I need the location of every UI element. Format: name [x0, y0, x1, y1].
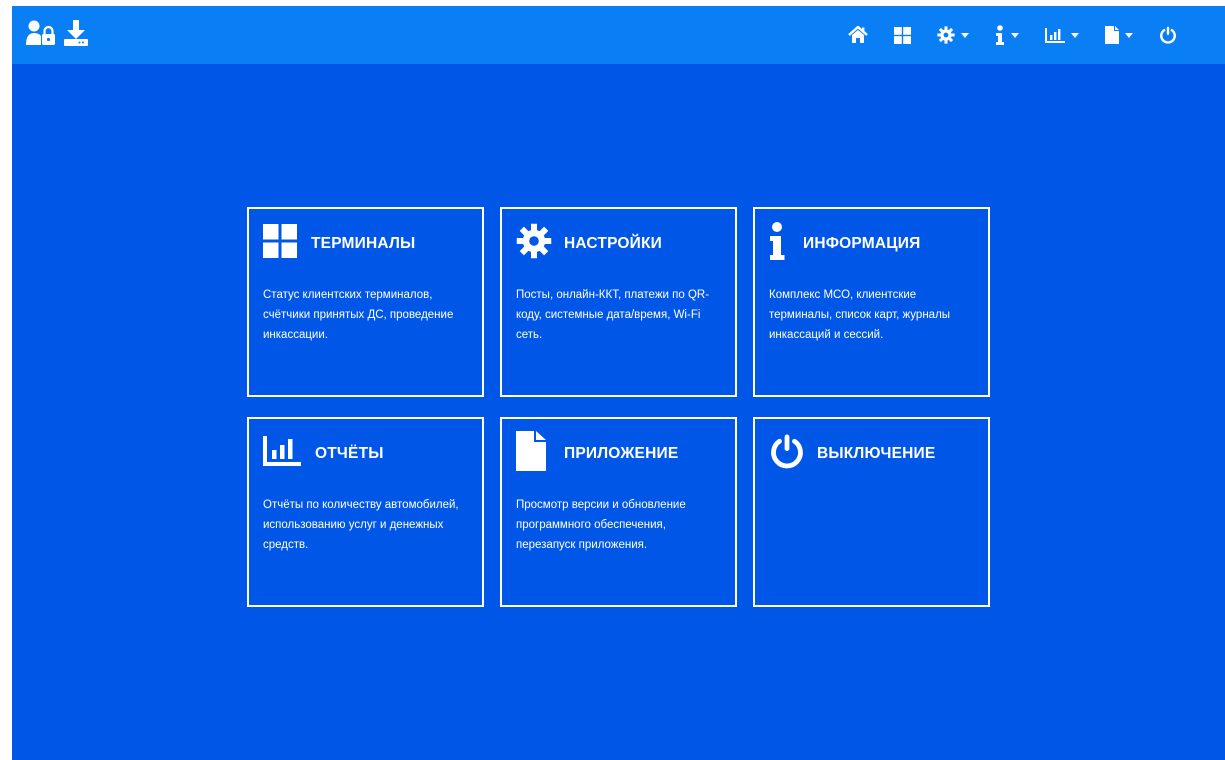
chevron-down-icon [961, 32, 969, 38]
topbar-nav-group [822, 22, 1177, 48]
info-icon [769, 221, 807, 261]
tile-description: Посты, онлайн-ККТ, платежи по QR-коду, с… [516, 289, 710, 341]
tile-terminals[interactable]: ТЕРМИНАЛЫ Статус клиентских терминалов, … [247, 207, 484, 397]
file-icon [1105, 26, 1119, 44]
tile-header: НАСТРОЙКИ [516, 221, 721, 261]
app-window: ТЕРМИНАЛЫ Статус клиентских терминалов, … [12, 6, 1225, 760]
grid-icon [263, 221, 301, 261]
tile-description: Просмотр версии и обновление программног… [516, 499, 686, 551]
chart-icon [263, 431, 301, 471]
info-icon [995, 25, 1005, 45]
tile-title: ОТЧЁТЫ [315, 445, 384, 462]
nav-terminals-button[interactable] [894, 22, 911, 48]
tile-description: Комплекс МСО, клиентские терминалы, спис… [769, 289, 951, 341]
nav-settings-dropdown[interactable] [937, 22, 969, 48]
tile-information[interactable]: ИНФОРМАЦИЯ Комплекс МСО, клиентские терм… [753, 207, 990, 397]
tile-header: ТЕРМИНАЛЫ [263, 221, 468, 261]
top-navbar [12, 6, 1225, 64]
dashboard-tiles: ТЕРМИНАЛЫ Статус клиентских терминалов, … [247, 207, 990, 607]
chevron-down-icon [1011, 32, 1019, 38]
power-icon [1159, 26, 1177, 44]
tile-header: ОТЧЁТЫ [263, 431, 468, 471]
grid-icon [894, 26, 911, 44]
tile-header: ИНФОРМАЦИЯ [769, 221, 974, 261]
chevron-down-icon [1071, 32, 1079, 38]
download-icon[interactable] [64, 20, 88, 51]
tile-title: ВЫКЛЮЧЕНИЕ [817, 445, 936, 462]
tile-title: ПРИЛОЖЕНИЕ [564, 445, 679, 462]
home-icon [848, 26, 868, 44]
tile-shutdown[interactable]: ВЫКЛЮЧЕНИЕ [753, 417, 990, 607]
tile-title: ТЕРМИНАЛЫ [311, 235, 416, 252]
tile-application[interactable]: ПРИЛОЖЕНИЕ Просмотр версии и обновление … [500, 417, 737, 607]
tile-settings[interactable]: НАСТРОЙКИ Посты, онлайн-ККТ, платежи по … [500, 207, 737, 397]
tile-reports[interactable]: ОТЧЁТЫ Отчёты по количеству автомобилей,… [247, 417, 484, 607]
chart-icon [1045, 27, 1065, 43]
topbar-left-group [26, 20, 88, 51]
tile-header: ВЫКЛЮЧЕНИЕ [769, 431, 974, 471]
tile-title: НАСТРОЙКИ [564, 235, 663, 252]
power-icon [769, 431, 807, 471]
nav-power-button[interactable] [1159, 22, 1177, 48]
tile-description: Отчёты по количеству автомобилей, исполь… [263, 499, 459, 551]
tile-header: ПРИЛОЖЕНИЕ [516, 431, 721, 471]
chevron-down-icon [1125, 32, 1133, 38]
file-icon [516, 431, 554, 471]
nav-info-dropdown[interactable] [995, 22, 1019, 48]
tile-title: ИНФОРМАЦИЯ [803, 235, 921, 252]
nav-home-button[interactable] [848, 22, 868, 48]
tile-description: Статус клиентских терминалов, счётчики п… [263, 289, 454, 341]
gear-icon [516, 221, 554, 261]
nav-app-dropdown[interactable] [1105, 22, 1133, 48]
gear-icon [937, 26, 955, 44]
nav-reports-dropdown[interactable] [1045, 22, 1079, 48]
user-lock-icon[interactable] [26, 20, 58, 51]
